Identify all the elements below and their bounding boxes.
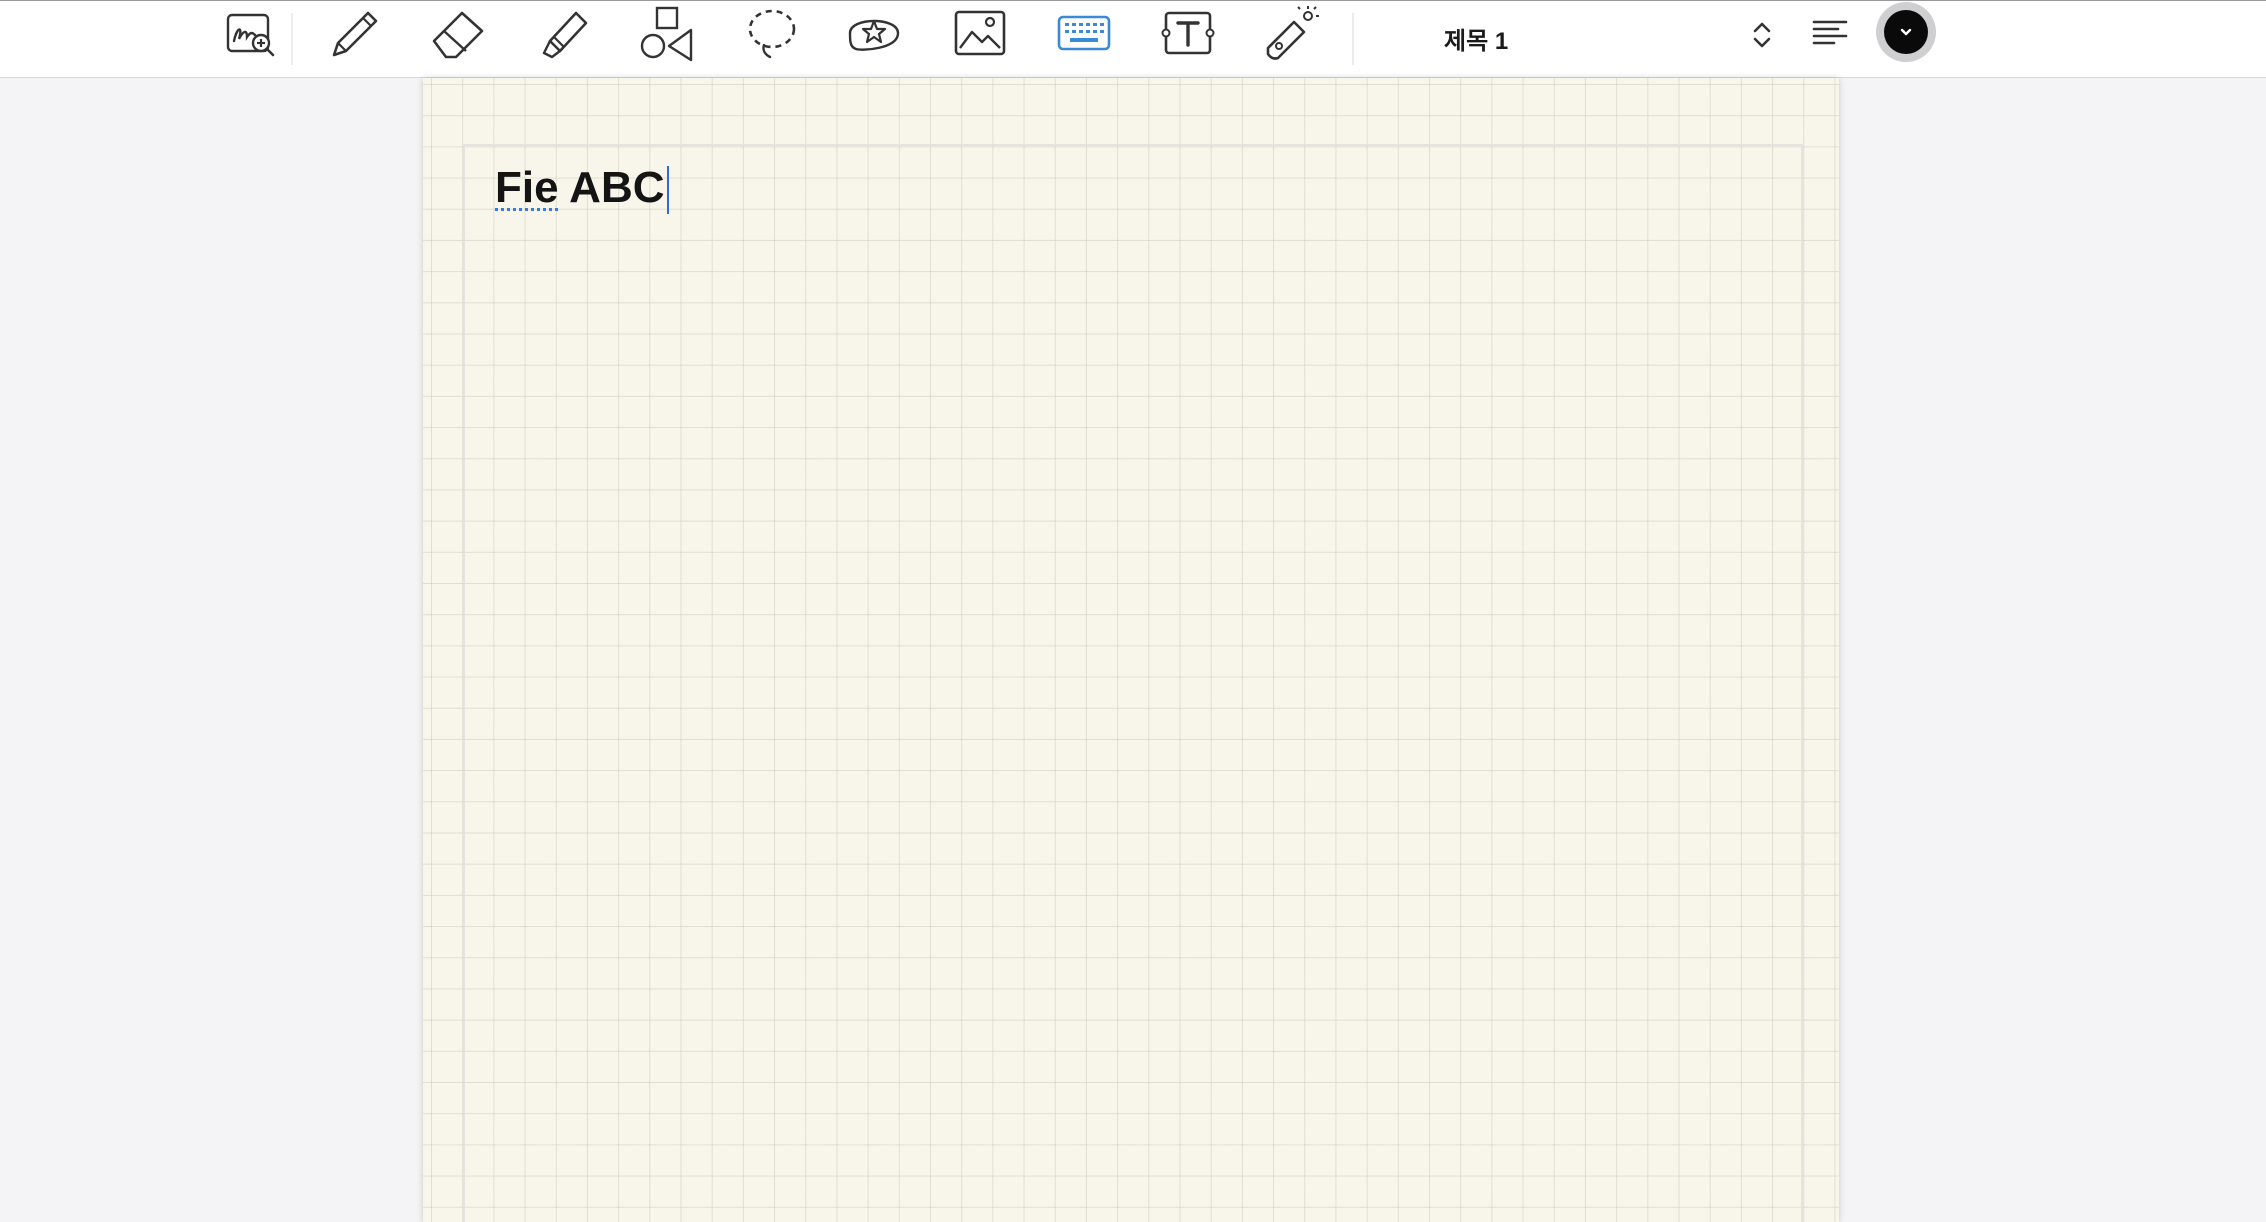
highlighter-icon bbox=[542, 11, 588, 59]
text-box-tool[interactable] bbox=[1156, 5, 1220, 61]
eraser-tool[interactable] bbox=[426, 5, 490, 61]
keyboard-tool[interactable] bbox=[1052, 5, 1116, 61]
laser-pointer-icon bbox=[1266, 6, 1319, 60]
text-style-label: 제목 1 bbox=[1444, 28, 1509, 55]
toolbar-separator bbox=[1352, 13, 1354, 65]
shapes-icon bbox=[640, 6, 693, 62]
align-button[interactable] bbox=[1806, 9, 1854, 57]
chevron-up-down-icon bbox=[1750, 19, 1774, 56]
toolbar-separator bbox=[291, 13, 293, 65]
chevron-down-icon bbox=[1900, 28, 1912, 36]
shapes-tool[interactable] bbox=[636, 5, 700, 62]
toolbar: 제목 1 bbox=[0, 0, 2266, 78]
image-tool[interactable] bbox=[948, 5, 1012, 61]
misspelled-word: Fie bbox=[495, 163, 559, 212]
text-box-icon bbox=[1161, 11, 1215, 55]
keyboard-icon bbox=[1057, 15, 1111, 51]
pen-icon bbox=[332, 11, 378, 57]
sticker-tool[interactable] bbox=[842, 5, 906, 61]
note-page[interactable]: Fie ABC bbox=[423, 78, 1839, 1222]
color-swatch bbox=[1884, 10, 1928, 54]
notes-app: 제목 1 Fie ABC bbox=[0, 0, 2266, 1222]
sticker-star-icon bbox=[848, 19, 900, 51]
laser-pointer-tool[interactable] bbox=[1260, 5, 1324, 61]
lasso-tool[interactable] bbox=[740, 5, 804, 61]
lasso-icon bbox=[748, 9, 796, 59]
text-caret bbox=[666, 166, 669, 214]
text-style-select[interactable]: 제목 1 bbox=[1364, 7, 1786, 63]
image-icon bbox=[954, 10, 1006, 56]
pen-tool[interactable] bbox=[322, 5, 386, 61]
highlighter-tool[interactable] bbox=[532, 5, 596, 61]
text-color-button[interactable] bbox=[1876, 2, 1936, 62]
text-box[interactable]: Fie ABC bbox=[495, 162, 669, 222]
align-left-icon bbox=[1812, 20, 1848, 45]
heading-text-rest: ABC bbox=[558, 163, 665, 212]
eraser-icon bbox=[432, 11, 484, 59]
heading-text: Fie ABC bbox=[495, 162, 665, 214]
handwriting-zoom-icon bbox=[226, 13, 275, 57]
page-margin-guide bbox=[463, 144, 1803, 1222]
zoom-handwriting-tool[interactable] bbox=[219, 5, 283, 61]
